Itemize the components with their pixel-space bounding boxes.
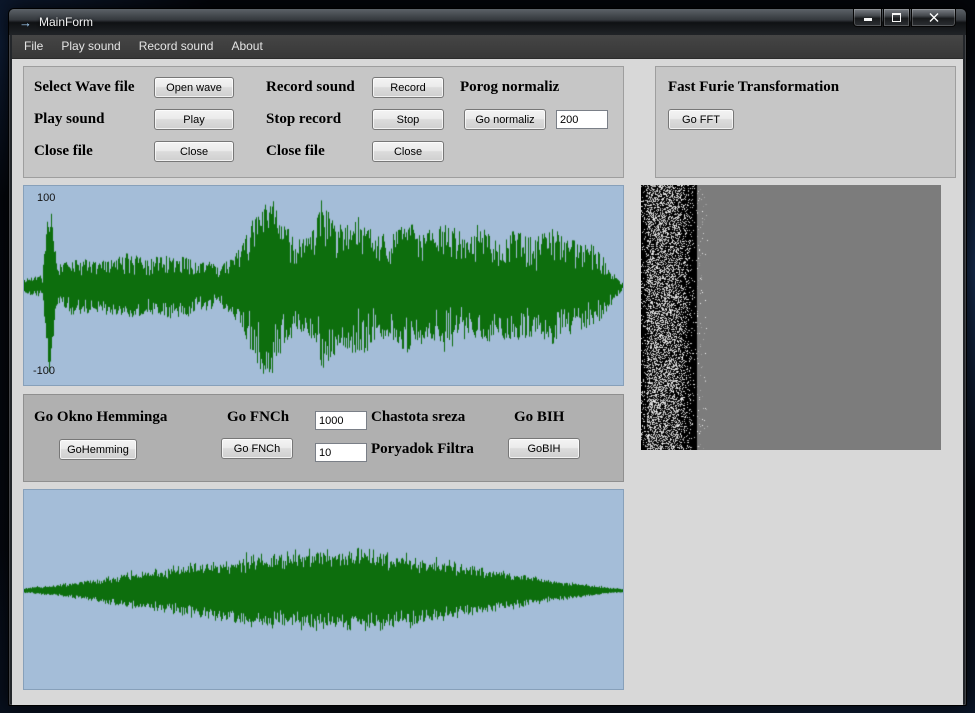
fft-display-panel xyxy=(641,185,941,450)
titlebar[interactable]: MainForm xyxy=(9,9,966,35)
cutoff-frequency-input[interactable] xyxy=(315,411,367,430)
menu-record-sound[interactable]: Record sound xyxy=(130,35,223,58)
axis-max-label: 100 xyxy=(37,192,56,204)
play-button[interactable]: Play xyxy=(154,109,234,130)
maximize-icon xyxy=(892,13,901,22)
close-file-button[interactable]: Close xyxy=(154,141,234,162)
label-go-fnch: Go FNCh xyxy=(227,409,290,425)
waveform-filtered xyxy=(24,490,623,689)
label-okno-hemminga: Go Okno Hemminga xyxy=(34,409,168,425)
label-fft-title: Fast Furie Transformation xyxy=(668,79,840,95)
controls-panel: Select Wave file Play sound Close file O… xyxy=(23,66,624,178)
desktop: { "window": { "title": "MainForm" }, "me… xyxy=(0,0,975,713)
go-hemming-button[interactable]: GoHemming xyxy=(59,439,137,460)
menu-play-sound[interactable]: Play sound xyxy=(52,35,129,58)
stop-button[interactable]: Stop xyxy=(372,109,444,130)
minimize-button[interactable] xyxy=(853,9,882,27)
label-chastota-sreza: Chastota sreza xyxy=(371,409,466,425)
maximize-button[interactable] xyxy=(883,9,910,27)
filter-panel: Go Okno Hemminga GoHemming Go FNCh Go FN… xyxy=(23,394,624,482)
label-select-wave-file: Select Wave file xyxy=(34,79,135,95)
go-bih-button[interactable]: GoBIH xyxy=(508,438,580,459)
label-record-sound: Record sound xyxy=(266,79,355,95)
menu-about[interactable]: About xyxy=(222,35,271,58)
main-window: MainForm File Play sound Record sound Ab… xyxy=(8,8,967,706)
waveform-original xyxy=(24,186,623,385)
label-go-bih: Go BIH xyxy=(514,409,565,425)
label-close-file-1: Close file xyxy=(34,143,93,159)
go-fft-button[interactable]: Go FFT xyxy=(668,109,734,130)
label-play-sound: Play sound xyxy=(34,111,105,127)
label-porog-normaliz: Porog normaliz xyxy=(460,79,560,95)
waveform-panel-original: 100 -100 xyxy=(23,185,624,386)
menu-file[interactable]: File xyxy=(12,35,52,58)
label-close-file-2: Close file xyxy=(266,143,325,159)
go-fnch-button[interactable]: Go FNCh xyxy=(221,438,293,459)
record-button[interactable]: Record xyxy=(372,77,444,98)
app-icon xyxy=(18,15,33,30)
client-area: Select Wave file Play sound Close file O… xyxy=(12,59,963,705)
menubar: File Play sound Record sound About xyxy=(12,35,963,59)
label-poryadok-filtra: Poryadok Filtra xyxy=(371,441,474,457)
minimize-icon xyxy=(863,18,872,21)
close-icon xyxy=(929,13,938,22)
fft-spectrogram xyxy=(641,185,941,450)
close-record-button[interactable]: Close xyxy=(372,141,444,162)
axis-min-label: -100 xyxy=(33,365,56,377)
fft-panel: Fast Furie Transformation Go FFT xyxy=(655,66,956,178)
filter-order-input[interactable] xyxy=(315,443,367,462)
caption-buttons xyxy=(852,9,956,27)
waveform-panel-filtered xyxy=(23,489,624,690)
close-button[interactable] xyxy=(911,9,956,27)
normaliz-threshold-input[interactable] xyxy=(556,110,608,129)
go-normaliz-button[interactable]: Go normaliz xyxy=(464,109,546,130)
window-title: MainForm xyxy=(39,15,94,29)
open-wave-button[interactable]: Open wave xyxy=(154,77,234,98)
label-stop-record: Stop record xyxy=(266,111,342,127)
